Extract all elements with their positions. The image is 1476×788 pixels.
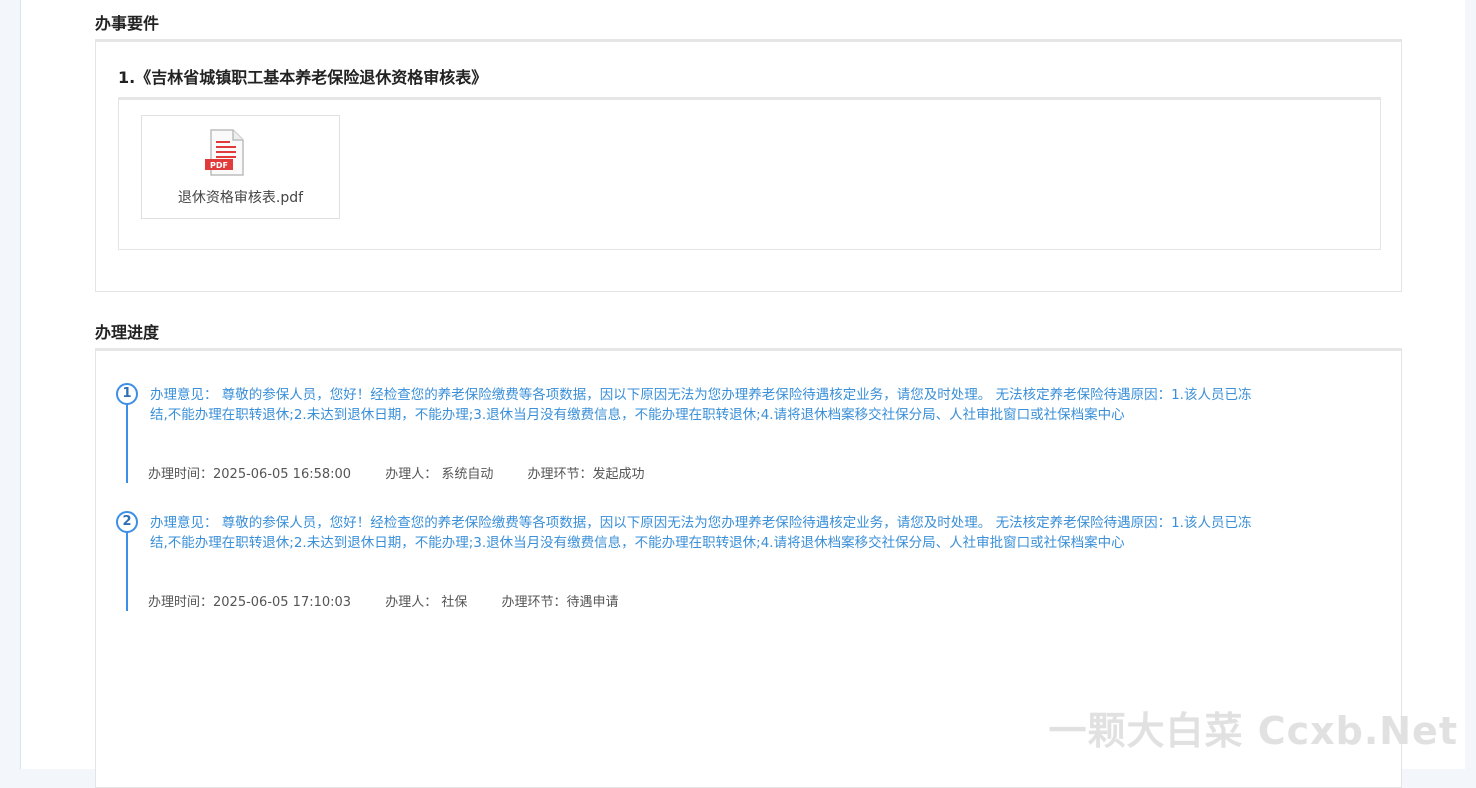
step-meta: 办理时间：2025-06-05 17:10:03 办理人： 社保 办理环节：待遇… — [148, 591, 649, 610]
pdf-file-card[interactable]: PDF 退休资格审核表.pdf — [141, 115, 340, 219]
step-stage: 办理环节：待遇申请 — [501, 595, 619, 610]
pdf-file-icon: PDF — [205, 129, 244, 176]
requirements-panel: 1.《吉林省城镇职工基本养老保险退休资格审核表》 PDF 退休资格审核表.pdf — [95, 39, 1402, 292]
progress-step: 2 办理意见： 尊敬的参保人员，您好！经检查您的养老保险缴费等各项数据，因以下原… — [116, 511, 1266, 611]
step-time: 办理时间：2025-06-05 16:58:00 — [148, 467, 352, 482]
site-watermark: 一颗大白菜 Ccxb.Net — [1048, 709, 1458, 753]
step-number-badge: 2 — [116, 511, 138, 533]
step-meta: 办理时间：2025-06-05 16:58:00 办理人： 系统自动 办理环节：… — [148, 463, 675, 482]
pdf-file-name[interactable]: 退休资格审核表.pdf — [142, 187, 339, 207]
pdf-badge-text: PDF — [210, 161, 228, 170]
progress-section-title: 办理进度 — [95, 323, 160, 342]
timeline-line — [126, 395, 128, 483]
step-time: 办理时间：2025-06-05 17:10:03 — [148, 595, 352, 610]
step-opinion-text: 办理意见： 尊敬的参保人员，您好！经检查您的养老保险缴费等各项数据，因以下原因无… — [150, 387, 1252, 423]
step-stage: 办理环节：发起成功 — [527, 467, 645, 482]
timeline-line — [126, 523, 128, 611]
step-handler: 办理人： 社保 — [385, 595, 468, 610]
step-opinion-text: 办理意见： 尊敬的参保人员，您好！经检查您的养老保险缴费等各项数据，因以下原因无… — [150, 515, 1252, 551]
page-container: 办事要件 1.《吉林省城镇职工基本养老保险退休资格审核表》 PDF 退休资格审核… — [20, 0, 1465, 788]
progress-step: 1 办理意见： 尊敬的参保人员，您好！经检查您的养老保险缴费等各项数据，因以下原… — [116, 383, 1266, 483]
files-box: PDF 退休资格审核表.pdf — [118, 97, 1381, 250]
step-handler: 办理人： 系统自动 — [385, 467, 494, 482]
requirement-item-title: 1.《吉林省城镇职工基本养老保险退休资格审核表》 — [118, 68, 488, 87]
step-number-badge: 1 — [116, 383, 138, 405]
requirements-section-title: 办事要件 — [95, 14, 160, 33]
